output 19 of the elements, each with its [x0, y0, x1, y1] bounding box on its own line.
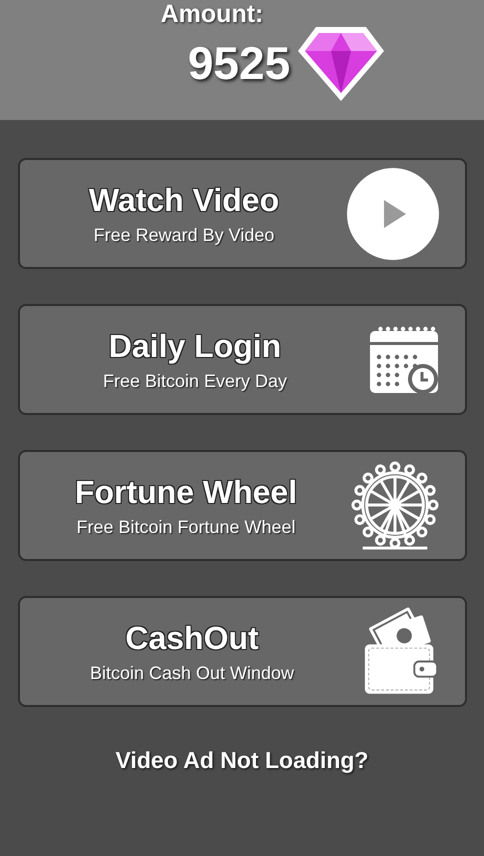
card-title: CashOut	[125, 620, 259, 656]
amount-label: Amount:	[160, 0, 264, 29]
help-link[interactable]: Video Ad Not Loading?	[116, 747, 368, 774]
action-card[interactable]: CashOut Bitcoin Cash Out Window	[18, 596, 466, 707]
action-card[interactable]: Fortune Wheel Free Bitcoin Fortune Wheel	[18, 450, 466, 561]
card-subtitle: Free Bitcoin Every Day	[102, 370, 288, 392]
card-title: Watch Video	[88, 182, 280, 218]
play-icon	[346, 168, 438, 260]
card-subtitle: Free Reward By Video	[94, 224, 274, 246]
action-card[interactable]: Daily Login Free Bitcoin Every Day	[18, 304, 466, 415]
ferris-wheel-icon	[350, 460, 438, 550]
card-subtitle: Bitcoin Cash Out Window	[90, 662, 294, 684]
wallet-icon	[362, 606, 438, 696]
action-card[interactable]: Watch Video Free Reward By Video	[18, 158, 466, 269]
card-title: Fortune Wheel	[74, 474, 298, 510]
card-title: Daily Login	[108, 328, 282, 364]
calendar-icon	[368, 326, 438, 394]
amount-value: 9525	[188, 36, 290, 90]
card-subtitle: Free Bitcoin Fortune Wheel	[76, 516, 296, 538]
